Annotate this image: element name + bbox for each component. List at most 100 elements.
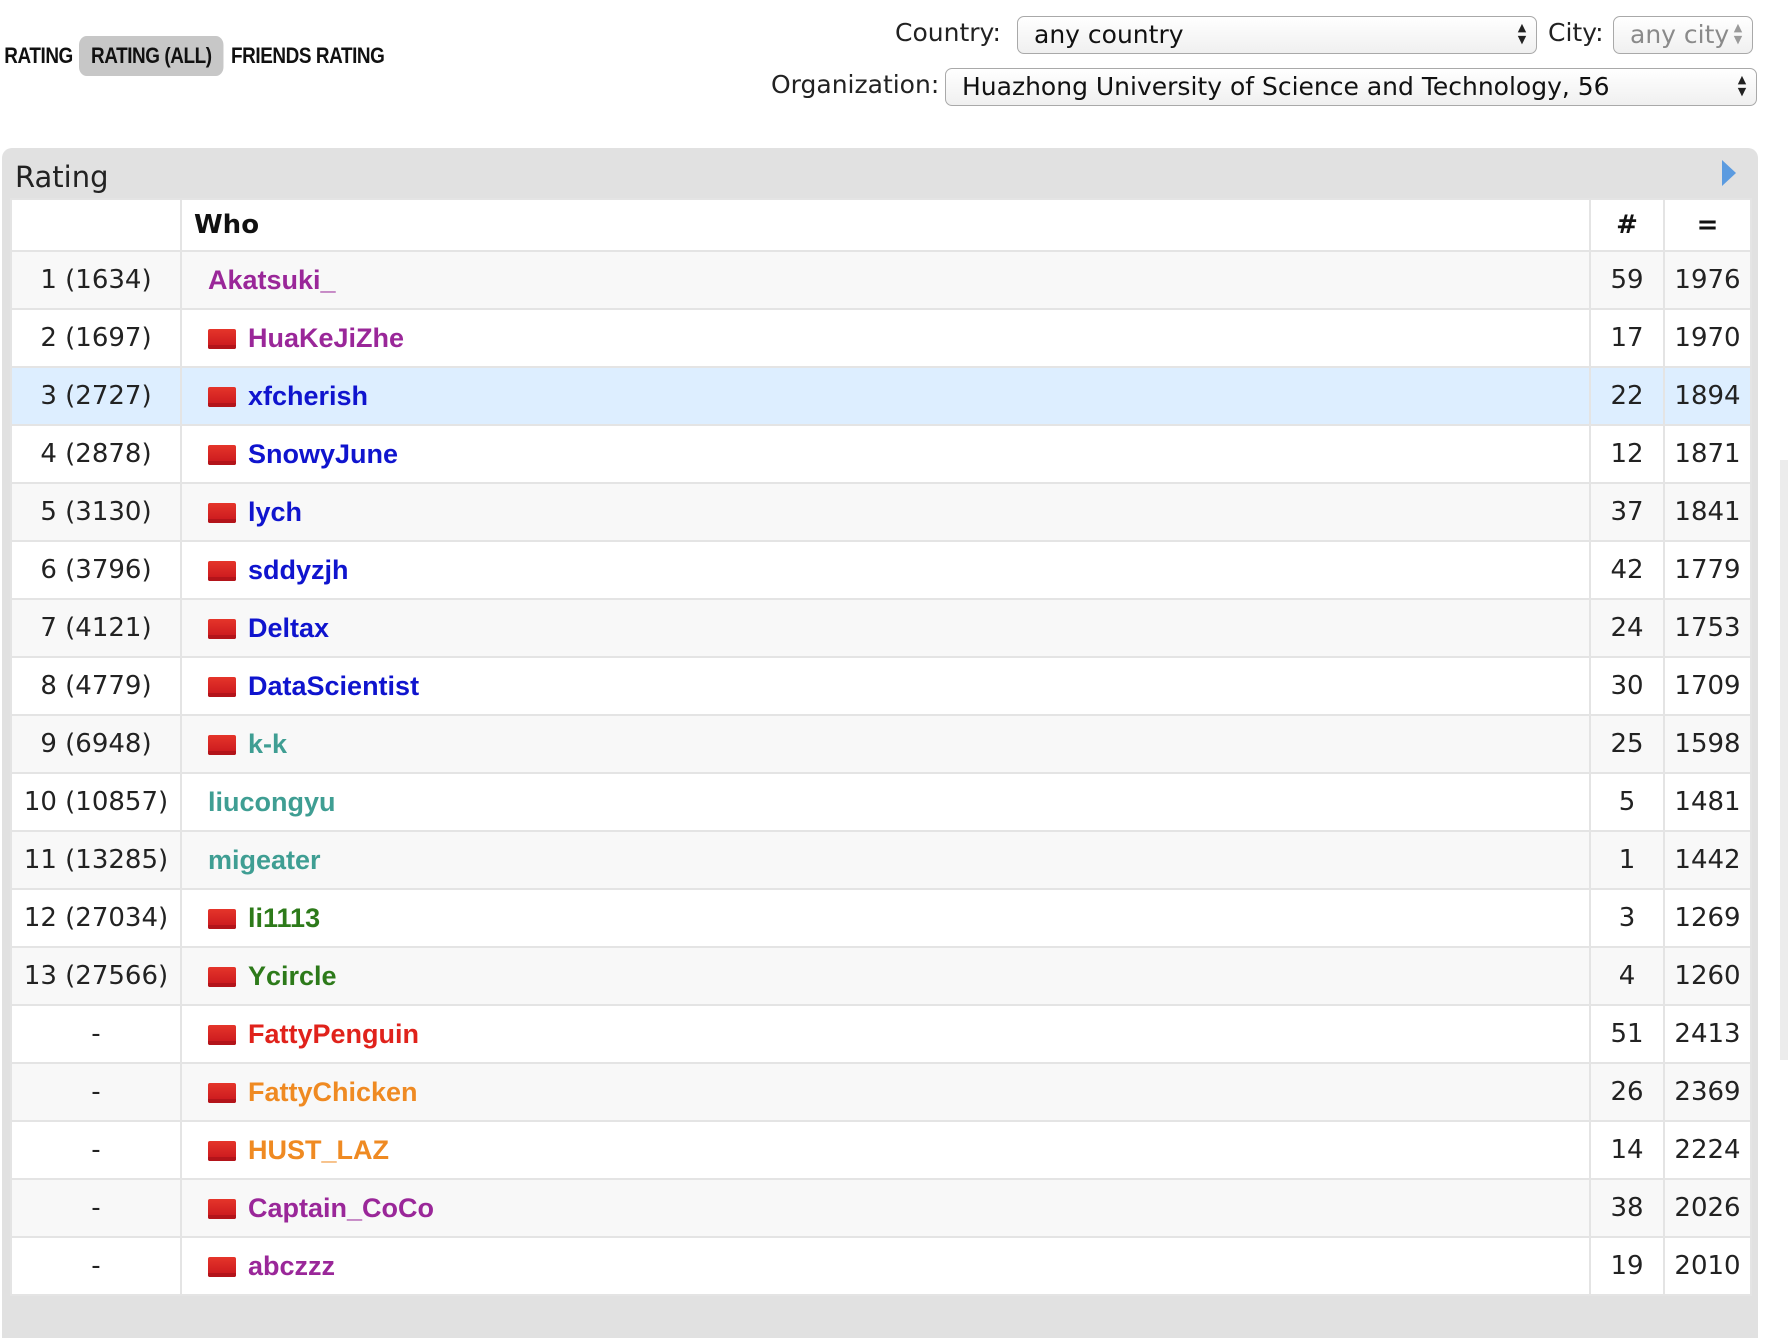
rank-cell: 4 (2878) (10, 424, 182, 484)
table-row: - FattyChicken 26 2369 (10, 1062, 1752, 1122)
contest-count-cell: 38 (1589, 1178, 1665, 1238)
user-cell: Akatsuki_ (180, 250, 1591, 310)
rating-value-cell: 2224 (1663, 1120, 1752, 1180)
user-cell: liucongyu (180, 772, 1591, 832)
rating-value-cell: 1970 (1663, 308, 1752, 368)
tab-rating[interactable]: RATING (0, 36, 85, 76)
tab-rating-all[interactable]: RATING (ALL) (78, 36, 224, 76)
city-label: City: (1548, 18, 1604, 47)
rank-cell: 9 (6948) (10, 714, 182, 774)
rating-value-cell: 1871 (1663, 424, 1752, 484)
contest-count-cell: 25 (1589, 714, 1665, 774)
rating-table-body: 1 (1634) Akatsuki_ 59 1976 2 (1697) HuaKeJiZh… (10, 250, 1752, 1296)
rating-value-cell: 1894 (1663, 366, 1752, 426)
city-select[interactable]: any city ▲ ▼ (1613, 16, 1753, 54)
user-cell: migeater (180, 830, 1591, 890)
rating-value-cell: 2026 (1663, 1178, 1752, 1238)
user-cell: SnowyJune (180, 424, 1591, 484)
user-handle-link[interactable]: migeater (208, 845, 321, 875)
table-row: 8 (4779) DataScientist 30 1709 (10, 656, 1752, 716)
rating-value-cell: 1442 (1663, 830, 1752, 890)
page-scrollbar[interactable] (1780, 460, 1788, 1060)
expand-arrow-icon[interactable] (1722, 160, 1736, 186)
rating-value-cell: 1598 (1663, 714, 1752, 774)
user-cell: sddyzjh (180, 540, 1591, 600)
user-handle-link[interactable]: FattyChicken (248, 1077, 418, 1107)
organization-label: Organization: (771, 70, 940, 99)
contest-count-cell: 37 (1589, 482, 1665, 542)
rank-cell: - (10, 1178, 182, 1238)
rank-cell: 1 (1634) (10, 250, 182, 310)
user-handle-link[interactable]: Akatsuki_ (208, 265, 336, 295)
user-handle-link[interactable]: li1113 (248, 903, 320, 933)
rank-cell: 10 (10857) (10, 772, 182, 832)
user-cell: DataScientist (180, 656, 1591, 716)
rank-cell: - (10, 1236, 182, 1296)
panel-title: Rating (15, 160, 109, 194)
header-rating: = (1663, 198, 1752, 252)
rating-panel: Rating Who # = 1 (1634) Akatsuki_ 59 1976 2 … (2, 148, 1758, 1338)
rating-value-cell: 1976 (1663, 250, 1752, 310)
user-handle-link[interactable]: HUST_LAZ (248, 1135, 389, 1165)
user-handle-link[interactable]: liucongyu (208, 787, 336, 817)
china-flag-icon (208, 1198, 236, 1219)
table-row: 5 (3130) lych 37 1841 (10, 482, 1752, 542)
table-row: - FattyPenguin 51 2413 (10, 1004, 1752, 1064)
user-handle-link[interactable]: lych (248, 497, 302, 527)
user-handle-link[interactable]: k-k (248, 729, 287, 759)
contest-count-cell: 30 (1589, 656, 1665, 716)
china-flag-icon (208, 1140, 236, 1161)
rating-value-cell: 1753 (1663, 598, 1752, 658)
table-row: 4 (2878) SnowyJune 12 1871 (10, 424, 1752, 484)
user-handle-link[interactable]: HuaKeJiZhe (248, 323, 404, 353)
rating-table-wrap: Who # = 1 (1634) Akatsuki_ 59 1976 2 (1697) H… (10, 198, 1752, 1296)
table-row: 9 (6948) k-k 25 1598 (10, 714, 1752, 774)
user-cell: Captain_CoCo (180, 1178, 1591, 1238)
china-flag-icon (208, 1082, 236, 1103)
china-flag-icon (208, 560, 236, 581)
rank-cell: - (10, 1120, 182, 1180)
user-cell: li1113 (180, 888, 1591, 948)
header-who: Who (180, 198, 1591, 252)
tab-friends-rating[interactable]: FRIENDS RATING (219, 36, 396, 76)
rank-cell: - (10, 1004, 182, 1064)
rank-cell: 11 (13285) (10, 830, 182, 890)
header-rank (10, 198, 182, 252)
rating-value-cell: 1779 (1663, 540, 1752, 600)
table-row: 11 (13285) migeater 1 1442 (10, 830, 1752, 890)
rank-cell: 7 (4121) (10, 598, 182, 658)
user-handle-link[interactable]: SnowyJune (248, 439, 398, 469)
rank-cell: 3 (2727) (10, 366, 182, 426)
user-handle-link[interactable]: DataScientist (248, 671, 419, 701)
table-row: 10 (10857) liucongyu 5 1481 (10, 772, 1752, 832)
user-cell: Ycircle (180, 946, 1591, 1006)
table-row: 2 (1697) HuaKeJiZhe 17 1970 (10, 308, 1752, 368)
table-row: 12 (27034) li1113 3 1269 (10, 888, 1752, 948)
country-select[interactable]: any country ▲ ▼ (1017, 16, 1537, 54)
user-handle-link[interactable]: Captain_CoCo (248, 1193, 434, 1223)
china-flag-icon (208, 966, 236, 987)
rating-tabs: RATING RATING (ALL) FRIENDS RATING (0, 36, 425, 76)
contest-count-cell: 22 (1589, 366, 1665, 426)
rating-table: Who # = 1 (1634) Akatsuki_ 59 1976 2 (1697) H… (10, 198, 1752, 1296)
select-arrows-icon: ▲ ▼ (1517, 21, 1527, 46)
header-count: # (1589, 198, 1665, 252)
contest-count-cell: 42 (1589, 540, 1665, 600)
table-row: - HUST_LAZ 14 2224 (10, 1120, 1752, 1180)
user-handle-link[interactable]: Deltax (248, 613, 329, 643)
user-handle-link[interactable]: FattyPenguin (248, 1019, 419, 1049)
china-flag-icon (208, 618, 236, 639)
rank-cell: 12 (27034) (10, 888, 182, 948)
user-handle-link[interactable]: Ycircle (248, 961, 337, 991)
table-row: 1 (1634) Akatsuki_ 59 1976 (10, 250, 1752, 310)
user-handle-link[interactable]: xfcherish (248, 381, 368, 411)
country-select-value: any country (1034, 20, 1184, 49)
organization-select[interactable]: Huazhong University of Science and Techn… (945, 68, 1757, 106)
user-handle-link[interactable]: sddyzjh (248, 555, 349, 585)
rating-value-cell: 2413 (1663, 1004, 1752, 1064)
rank-cell: - (10, 1062, 182, 1122)
user-handle-link[interactable]: abczzz (248, 1251, 335, 1281)
rank-cell: 13 (27566) (10, 946, 182, 1006)
china-flag-icon (208, 676, 236, 697)
table-row: - Captain_CoCo 38 2026 (10, 1178, 1752, 1238)
